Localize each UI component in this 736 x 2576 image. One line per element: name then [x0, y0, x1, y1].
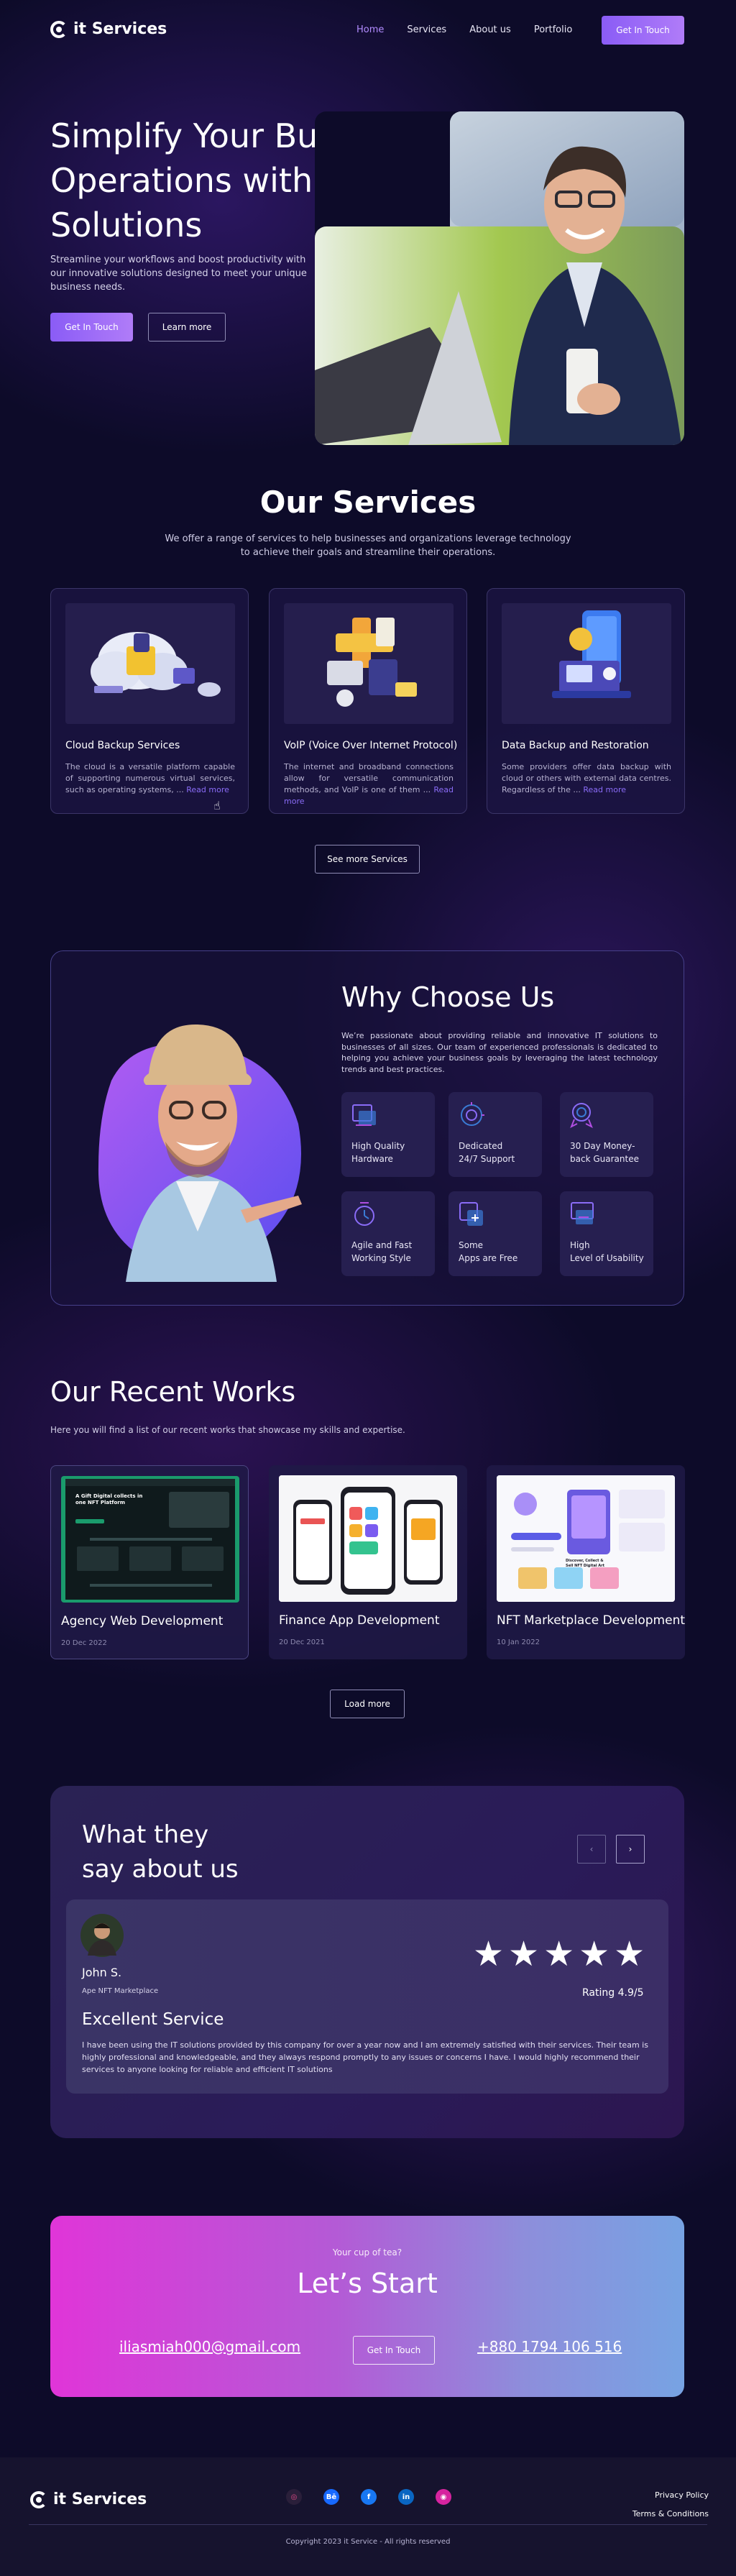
linkedin-icon[interactable]: in	[398, 2489, 414, 2505]
cta-kicker: Your cup of tea?	[332, 2247, 402, 2258]
cta-get-in-touch-button[interactable]: Get In Touch	[353, 2336, 435, 2365]
feature-card: Some Apps are Free	[448, 1191, 542, 1276]
work-title: NFT Marketplace Development	[497, 1613, 686, 1628]
main-nav: Home Services About us Portfolio	[356, 24, 572, 35]
work-date: 20 Dec 2022	[61, 1639, 107, 1647]
services-title: Our Services	[259, 485, 477, 520]
privacy-policy-link[interactable]: Privacy Policy	[575, 2486, 709, 2505]
hero-subtitle: Streamline your workflows and boost prod…	[50, 255, 307, 293]
social-links: ◎ Bē f in ◉	[286, 2489, 451, 2505]
guarantee-icon	[570, 1103, 593, 1129]
work-title: Agency Web Development	[61, 1614, 224, 1628]
service-card[interactable]: VoIP (Voice Over Internet Protocol) The …	[269, 588, 467, 814]
mock-headline: A Gift Digital collects in one NFT Platf…	[75, 1493, 143, 1505]
next-arrow-button[interactable]: ›	[616, 1835, 645, 1864]
service-title: Data Backup and Restoration	[502, 740, 649, 751]
hero-get-in-touch-button[interactable]: Get In Touch	[50, 313, 133, 342]
smiling-man-photo	[98, 1024, 302, 1282]
work-card[interactable]: Discover, Collect & Sell NFT Digital Art…	[487, 1465, 685, 1659]
rating-text: Rating 4.9/5	[582, 1987, 644, 1999]
feature-card: 30 Day Money-back Guarantee	[560, 1092, 653, 1177]
nav-portfolio[interactable]: Portfolio	[534, 24, 572, 35]
why-title: Why Choose Us	[341, 981, 555, 1013]
footer-logo[interactable]: it Services	[30, 2490, 147, 2508]
cta-email-link[interactable]: iliasmiah000@gmail.com	[119, 2338, 300, 2355]
service-card[interactable]: Data Backup and Restoration Some provide…	[487, 588, 685, 814]
cta-title: Let’s Start	[297, 2268, 438, 2299]
brand-logo[interactable]: it Services	[50, 20, 167, 38]
testimonial-card: John S. Ape NFT Marketplace ★★★★★ Rating…	[66, 1899, 668, 2094]
feature-card: High Quality Hardware	[341, 1092, 435, 1177]
load-more-button[interactable]: Load more	[330, 1690, 405, 1718]
footer-links: Privacy Policy Terms & Conditions	[575, 2486, 709, 2524]
service-title: Cloud Backup Services	[65, 740, 180, 751]
service-text: The cloud is a versatile platform capabl…	[65, 762, 235, 794]
support-icon	[461, 1102, 484, 1126]
work-title: Finance App Development	[279, 1613, 440, 1628]
feature-card: Agile and Fast Working Style	[341, 1191, 435, 1276]
work-card[interactable]: A Gift Digital collects in one NFT Platf…	[50, 1465, 249, 1659]
instagram-icon[interactable]: ◉	[436, 2489, 451, 2505]
rating-stars: ★★★★★	[473, 1934, 650, 1974]
hero-learn-more-button[interactable]: Learn more	[148, 313, 226, 342]
work-card[interactable]: Finance App Development 20 Dec 2021	[269, 1465, 467, 1659]
cta-phone-link[interactable]: +880 1794 106 516	[477, 2338, 622, 2355]
cursor-icon: ☝	[213, 799, 221, 812]
nav-about[interactable]: About us	[469, 24, 511, 35]
works-subtitle: Here you will find a list of our recent …	[50, 1425, 405, 1435]
finance-app-screenshot	[279, 1475, 457, 1602]
free-apps-icon	[459, 1202, 483, 1226]
behance-icon[interactable]: Bē	[323, 2489, 339, 2505]
reviewer-role: Ape NFT Marketplace	[82, 1987, 159, 1995]
review-heading: Excellent Service	[82, 2010, 224, 2029]
service-text: Some providers offer data backup with cl…	[502, 762, 671, 794]
hardware-icon	[352, 1104, 376, 1126]
usability-icon	[571, 1202, 594, 1224]
why-choose-us-section: Why Choose Us We’re passionate about pro…	[50, 950, 684, 1306]
testimonials-title: What they say about us	[82, 1820, 239, 1884]
see-more-services-button[interactable]: See more Services	[315, 845, 420, 874]
cloud-backup-illustration	[65, 603, 235, 724]
nft-marketplace-screenshot: Discover, Collect & Sell NFT Digital Art	[497, 1475, 675, 1602]
service-text: The internet and broadband connections a…	[284, 762, 454, 806]
testimonials-section: What they say about us ‹ › John S. Ape N…	[50, 1786, 684, 2138]
work-date: 10 Jan 2022	[497, 1638, 540, 1646]
feature-card: Dedicated 24/7 Support	[448, 1092, 542, 1177]
review-quote: I have been using the IT solutions provi…	[82, 2040, 648, 2074]
copyright: Copyright 2023 it Service - All rights r…	[285, 2538, 451, 2546]
works-title: Our Recent Works	[50, 1376, 296, 1408]
mock-nft-title: Discover, Collect & Sell NFT Digital Art	[566, 1559, 605, 1568]
reviewer-name: John S.	[82, 1966, 122, 1979]
prev-arrow-button[interactable]: ‹	[577, 1835, 606, 1864]
agile-icon	[354, 1202, 374, 1226]
logo-icon	[30, 2490, 47, 2508]
nav-services[interactable]: Services	[407, 24, 446, 35]
read-more-link[interactable]: Read more	[186, 785, 229, 794]
footer-brand-name: it Services	[53, 2490, 147, 2508]
nav-home[interactable]: Home	[356, 24, 384, 35]
service-card[interactable]: Cloud Backup Services The cloud is a ver…	[50, 588, 249, 814]
facebook-icon[interactable]: f	[361, 2489, 377, 2505]
nav-get-in-touch-button[interactable]: Get In Touch	[602, 16, 684, 45]
services-subtitle: We offer a range of services to help bus…	[165, 533, 571, 558]
voip-illustration	[284, 603, 454, 724]
businessman-photo	[315, 111, 684, 445]
dribbble-icon[interactable]: ◎	[286, 2489, 302, 2505]
logo-icon	[50, 20, 68, 38]
why-text: We’re passionate about providing reliabl…	[341, 1031, 658, 1074]
cta-banner: Your cup of tea? Let’s Start iliasmiah00…	[50, 2216, 684, 2397]
read-more-link[interactable]: Read more	[583, 785, 626, 794]
footer-divider	[29, 2524, 707, 2525]
agency-web-screenshot: A Gift Digital collects in one NFT Platf…	[61, 1476, 239, 1603]
avatar	[80, 1914, 124, 1957]
work-date: 20 Dec 2021	[279, 1638, 325, 1646]
brand-name: it Services	[73, 20, 167, 38]
feature-card: High Level of Usability	[560, 1191, 653, 1276]
service-title: VoIP (Voice Over Internet Protocol)	[284, 740, 458, 751]
footer: it Services ◎ Bē f in ◉ Privacy Policy Terms…	[0, 2457, 736, 2576]
data-backup-illustration	[502, 603, 671, 724]
hero-photo	[315, 111, 684, 445]
terms-link[interactable]: Terms & Conditions	[575, 2505, 709, 2524]
